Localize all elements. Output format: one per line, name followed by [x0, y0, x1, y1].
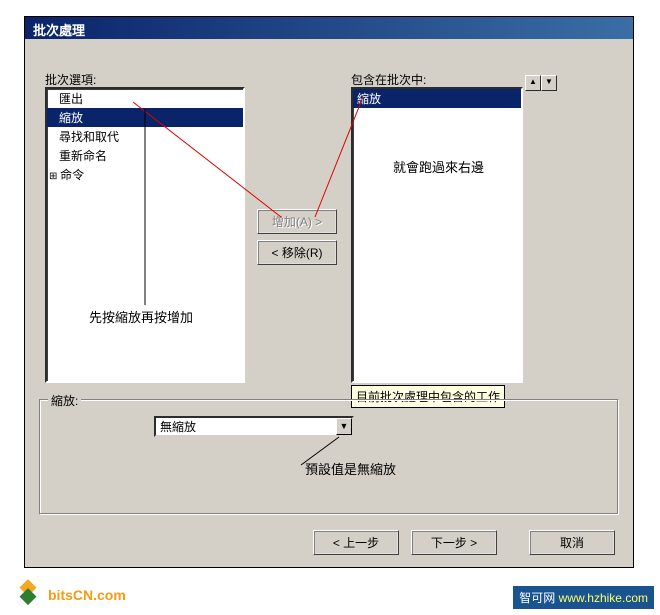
tree-item-zoom[interactable]: 縮放 [47, 108, 243, 127]
zoom-combo[interactable]: 無縮放 ▼ [154, 416, 354, 437]
batch-dialog: 批次處理 批次選項: 匯出 縮放 尋找和取代 重新命名 命令 包含在批次中: ▲… [24, 16, 634, 568]
zoom-fieldset: 縮放: 無縮放 ▼ [39, 399, 619, 515]
watermark-url: www.hzhike.com [559, 591, 648, 605]
tree-item-export[interactable]: 匯出 [47, 89, 243, 108]
next-button[interactable]: 下一步 > [411, 530, 497, 555]
fieldset-label: 縮放: [48, 392, 81, 409]
reorder-controls: ▲ ▼ [525, 75, 557, 91]
watermark-name: 智可网 [519, 591, 555, 605]
transfer-buttons: 增加(A) > < 移除(R) [257, 209, 337, 271]
dialog-titlebar[interactable]: 批次處理 [25, 17, 633, 39]
logo-text: bitsCN.com [48, 587, 126, 603]
wizard-buttons: < 上一步 下一步 > 取消 [313, 530, 615, 555]
back-button[interactable]: < 上一步 [313, 530, 399, 555]
dialog-title: 批次處理 [33, 23, 85, 38]
right-list-label: 包含在批次中: [351, 71, 426, 88]
dialog-content: 批次選項: 匯出 縮放 尋找和取代 重新命名 命令 包含在批次中: ▲ ▼ 縮放… [25, 39, 633, 567]
batch-options-list[interactable]: 匯出 縮放 尋找和取代 重新命名 命令 [45, 87, 245, 383]
tree-item-command[interactable]: 命令 [47, 165, 243, 184]
chevron-down-icon[interactable]: ▼ [336, 418, 352, 435]
included-item-zoom[interactable]: 縮放 [353, 89, 521, 108]
tree-item-rename[interactable]: 重新命名 [47, 146, 243, 165]
logo-icon [12, 579, 44, 611]
left-list-label: 批次選項: [45, 71, 96, 88]
watermark: 智可网 www.hzhike.com [513, 586, 654, 609]
move-down-button[interactable]: ▼ [541, 75, 557, 91]
batch-included-list[interactable]: 縮放 [351, 87, 523, 383]
move-up-button[interactable]: ▲ [525, 75, 541, 91]
site-logo: bitsCN.com [12, 579, 126, 611]
cancel-button[interactable]: 取消 [529, 530, 615, 555]
remove-button[interactable]: < 移除(R) [257, 240, 337, 265]
tree-item-findreplace[interactable]: 尋找和取代 [47, 127, 243, 146]
add-button[interactable]: 增加(A) > [257, 209, 337, 234]
zoom-combo-value: 無縮放 [156, 418, 336, 435]
